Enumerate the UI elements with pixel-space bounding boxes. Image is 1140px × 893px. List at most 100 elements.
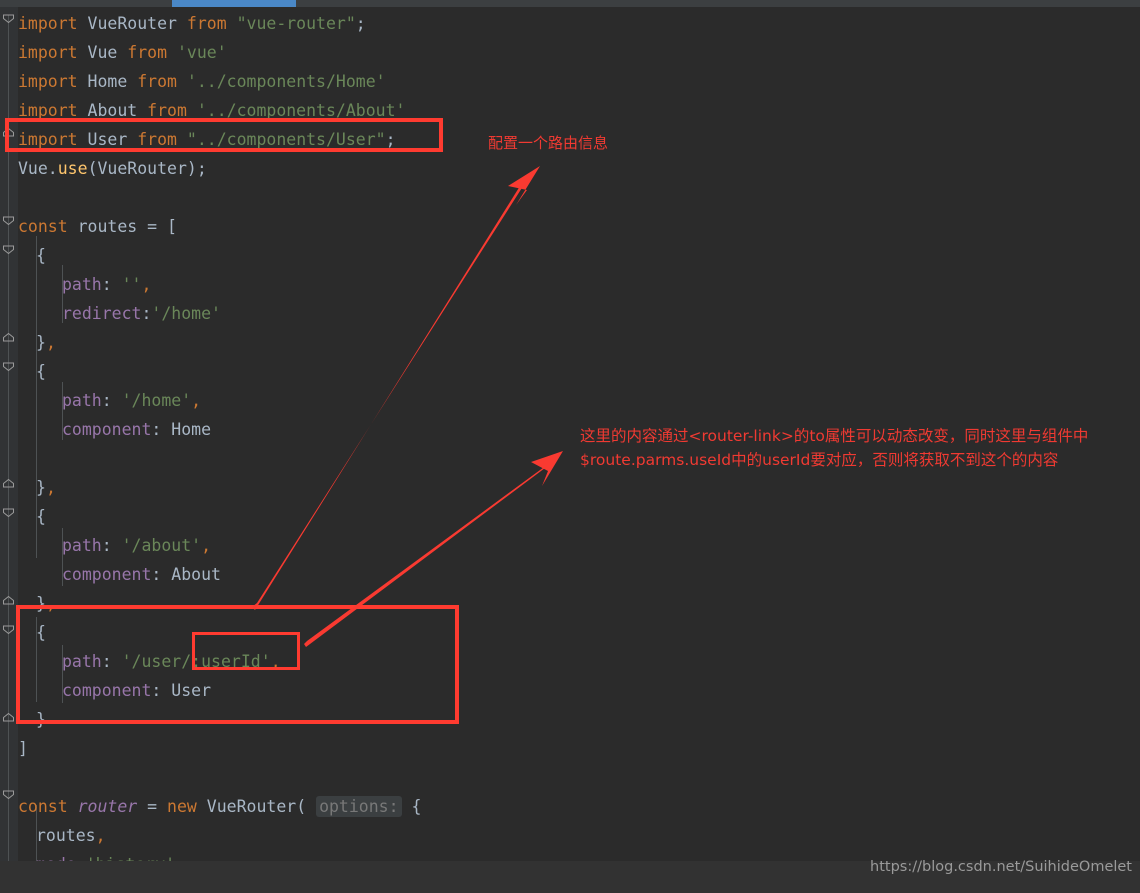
fold-expand-icon[interactable] — [2, 331, 15, 344]
identifier-home: Home — [171, 420, 212, 439]
string-userid-param: /:userId' — [181, 652, 271, 671]
code-line-28[interactable]: const router = new VueRouter( options: { — [18, 792, 421, 821]
keyword-import: import — [18, 43, 78, 62]
code-line-21[interactable]: }, — [36, 589, 56, 618]
close-brace: } — [36, 478, 46, 497]
inlay-hint-options: options: — [316, 796, 402, 817]
close-brace: } — [36, 710, 46, 729]
keyword-from: from — [127, 43, 168, 62]
keyword-from: from — [137, 72, 177, 91]
open-paren: ( — [296, 797, 317, 816]
code-editor-window: import VueRouter from "vue-router"; impo… — [0, 0, 1140, 893]
code-line-18[interactable]: { — [36, 502, 46, 531]
fold-chevron-icon[interactable] — [2, 360, 15, 373]
fold-chevron-icon[interactable] — [2, 788, 15, 801]
semicolon: ; — [355, 14, 366, 33]
comma: , — [141, 275, 152, 294]
property-path: path — [62, 391, 102, 410]
gutter-vertical-line — [8, 15, 9, 885]
code-line-5[interactable]: import User from "../components/User"; — [18, 125, 396, 154]
identifier-routes: routes — [77, 217, 138, 236]
code-line-25[interactable]: } — [36, 705, 46, 734]
fold-chevron-icon[interactable] — [2, 243, 15, 256]
comma: , — [191, 391, 202, 410]
fold-chevron-icon[interactable] — [2, 623, 15, 636]
object-vue: Vue. — [18, 159, 58, 178]
code-line-17[interactable]: }, — [36, 473, 56, 502]
keyword-from: from — [147, 101, 187, 120]
equals: = — [137, 797, 168, 816]
fold-chevron-icon[interactable] — [2, 12, 15, 25]
keyword-import: import — [18, 101, 78, 120]
open-brace: { — [401, 797, 422, 816]
identifier-about: About — [171, 565, 221, 584]
open-brace: { — [36, 507, 46, 526]
property-path: path — [62, 536, 102, 555]
code-line-11[interactable]: redirect:'/home' — [62, 299, 221, 328]
string-empty: '' — [121, 275, 142, 294]
string-home-path: '../components/Home' — [186, 72, 386, 91]
keyword-const: const — [18, 217, 68, 236]
code-line-8[interactable]: const routes = [ — [18, 212, 177, 241]
annotation-dynamic-param: 这里的内容通过<router-link>的to属性可以动态改变，同时这里与组件中… — [580, 427, 1089, 469]
identifier-user: User — [87, 130, 128, 149]
horizontal-scrollbar-thumb[interactable] — [172, 0, 296, 7]
fold-chevron-icon[interactable] — [2, 214, 15, 227]
string-user-prefix: '/user — [121, 652, 182, 671]
code-line-15[interactable]: component: Home — [62, 415, 211, 444]
keyword-import: import — [18, 72, 78, 91]
code-line-3[interactable]: import Home from '../components/Home' — [18, 67, 386, 96]
code-line-14[interactable]: path: '/home', — [62, 386, 201, 415]
watermark-url: https://blog.csdn.net/SuihideOmelet — [870, 859, 1132, 875]
annotation-route-config: 配置一个路由信息 — [488, 134, 609, 152]
identifier-home: Home — [87, 72, 128, 91]
close-bracket: ] — [18, 739, 28, 758]
string-about-route: '/about' — [121, 536, 202, 555]
colon: : — [151, 565, 172, 584]
code-line-1[interactable]: import VueRouter from "vue-router"; — [18, 9, 366, 38]
fold-expand-icon[interactable] — [2, 126, 15, 139]
comma: , — [45, 333, 56, 352]
code-folding-gutter[interactable] — [0, 7, 18, 893]
string-vue: 'vue' — [176, 43, 227, 62]
fold-expand-icon[interactable] — [2, 594, 15, 607]
code-line-4[interactable]: import About from '../components/About' — [18, 96, 405, 125]
string-vue-router: "vue-router" — [236, 14, 356, 33]
property-component: component — [62, 420, 152, 439]
code-line-2[interactable]: import Vue from 'vue' — [18, 38, 227, 67]
colon: : — [151, 420, 172, 439]
keyword-from: from — [137, 130, 177, 149]
code-line-20[interactable]: component: About — [62, 560, 221, 589]
string-about-path: '../components/About' — [196, 101, 406, 120]
keyword-from: from — [186, 14, 227, 33]
code-line-13[interactable]: { — [36, 357, 46, 386]
code-line-19[interactable]: path: '/about', — [62, 531, 211, 560]
keyword-const: const — [18, 797, 68, 816]
keyword-import: import — [18, 130, 78, 149]
code-line-23[interactable]: path: '/user/:userId', — [62, 647, 281, 676]
fold-chevron-icon[interactable] — [2, 506, 15, 519]
fold-expand-icon[interactable] — [2, 477, 15, 490]
close-brace: } — [36, 594, 46, 613]
code-line-24[interactable]: component: User — [62, 676, 211, 705]
fold-expand-icon[interactable] — [2, 711, 15, 724]
colon: : — [101, 536, 122, 555]
code-line-29[interactable]: routes, — [36, 821, 106, 850]
property-path: path — [62, 275, 102, 294]
identifier-about: About — [87, 101, 138, 120]
code-line-6[interactable]: Vue.use(VueRouter); — [18, 154, 207, 183]
colon: : — [101, 391, 122, 410]
code-line-12[interactable]: }, — [36, 328, 56, 357]
property-redirect: redirect — [62, 304, 142, 323]
code-line-26[interactable]: ] — [18, 734, 28, 763]
identifier-vue: Vue — [87, 43, 118, 62]
code-line-9[interactable]: { — [36, 241, 46, 270]
open-brace: { — [36, 623, 46, 642]
call-args: (VueRouter); — [87, 159, 207, 178]
comma: , — [201, 536, 212, 555]
horizontal-scrollbar-track[interactable] — [0, 0, 1140, 7]
method-use: use — [57, 159, 88, 178]
code-line-10[interactable]: path: '', — [62, 270, 151, 299]
code-line-22[interactable]: { — [36, 618, 46, 647]
identifier-vuerouter: VueRouter — [87, 14, 177, 33]
